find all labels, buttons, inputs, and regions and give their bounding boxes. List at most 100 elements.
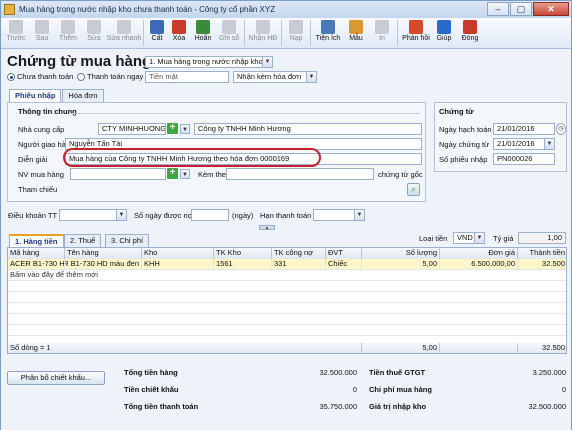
help-icon [437, 20, 451, 34]
s-a-button[interactable]: Sửa [81, 18, 107, 48]
gi-p-button[interactable]: Giúp [432, 18, 456, 48]
payment-option-paid[interactable]: Thanh toán ngay [77, 72, 143, 82]
chevron-down-icon: ▼ [354, 210, 364, 220]
splitter-handle[interactable]: ▲ [259, 225, 275, 230]
voucher-no-value: PN000026 [497, 154, 533, 163]
table-cell[interactable]: 1561 [214, 259, 272, 270]
ghi-s--button[interactable]: Ghi sổ [216, 18, 242, 48]
minimize-button[interactable]: – [487, 2, 509, 16]
table-row[interactable]: ACER B1-730 H Máy tính ACER B1-730 HD mà… [8, 259, 566, 270]
toolbar-label: Cất [151, 35, 163, 42]
column-header[interactable]: Số lượng [362, 248, 440, 259]
rate-field[interactable]: 1,00 [518, 232, 566, 244]
posting-date-field[interactable]: 21/01/2016 [493, 123, 555, 135]
table-cell[interactable]: 32.500 [518, 259, 566, 270]
table-cell[interactable]: 6.500.000,00 [440, 259, 518, 270]
days-field[interactable] [191, 209, 229, 221]
currency-select[interactable]: VND ▼ [453, 232, 485, 244]
footer-total-value: 0 [561, 385, 566, 394]
tab-phieu-nhap[interactable]: Phiếu nhập [9, 89, 62, 102]
reload-icon [289, 20, 303, 34]
tab-chi-phi[interactable]: 3. Chi phí [105, 234, 150, 247]
add-row[interactable]: Bấm vào đây để thêm mới [8, 270, 566, 281]
voucher-date-field[interactable]: 21/01/2016 ▼ [493, 138, 555, 150]
payment-terms-select[interactable]: ▼ [59, 209, 127, 221]
table-cell[interactable]: 331 [272, 259, 326, 270]
toolbar-separator [397, 20, 398, 46]
nh-n-h--button[interactable]: Nhận HĐ [247, 18, 279, 48]
invoice-option-select[interactable]: Nhận kèm hóa đơn ▼ [233, 71, 317, 83]
due-date-label: Hạn thanh toán [260, 211, 312, 220]
chevron-down-icon[interactable]: ▼ [180, 169, 190, 179]
days-unit: (ngày) [232, 211, 254, 220]
table-cell[interactable]: KHH [142, 259, 214, 270]
toolbar-separator [281, 20, 282, 46]
m-u-button[interactable]: Mẫu [343, 18, 369, 48]
reference-label: Tham chiếu [18, 185, 58, 194]
days-label: Số ngày được nợ [134, 211, 193, 220]
tab-thue[interactable]: 2. Thuế [64, 234, 102, 247]
ho-n-button[interactable]: Hoãn [190, 18, 216, 48]
invoice-option-value: Nhận kèm hóa đơn [237, 72, 302, 81]
n-p-button[interactable]: Nạp [284, 18, 308, 48]
chevron-down-icon[interactable]: ▼ [180, 124, 190, 134]
template-icon [349, 20, 363, 34]
column-header[interactable]: Kho [142, 248, 214, 259]
due-date-field[interactable]: ▼ [313, 209, 365, 221]
c-t-button[interactable]: Cất [146, 18, 168, 48]
s-a-nhanh-button[interactable]: Sửa nhanh [107, 18, 141, 48]
add-staff-icon[interactable]: + [167, 168, 178, 179]
footer-total-label: Tổng tiền hàng [124, 368, 178, 377]
supplier-name-field[interactable]: Công ty TNHH Minh Hương [194, 123, 422, 135]
empty-row [8, 292, 566, 303]
post-icon [222, 20, 236, 34]
voucher-type-select[interactable]: 1. Mua hàng trong nước nhập kho ▼ [145, 56, 273, 68]
column-header[interactable]: Đơn giá [440, 248, 518, 259]
window-close-button[interactable]: ✕ [533, 2, 569, 16]
column-header[interactable]: Thành tiền [518, 248, 566, 259]
column-header[interactable]: TK công nợ [272, 248, 326, 259]
th-m-button[interactable]: Thêm [55, 18, 81, 48]
staff-field[interactable] [70, 168, 166, 180]
row-count: Số dòng = 1 [8, 343, 362, 353]
summary-cell [440, 343, 518, 353]
print-icon [375, 20, 389, 34]
footer-total-value: 32.500.000 [319, 368, 357, 377]
ti-n-ch-button[interactable]: Tiện ích [313, 18, 343, 48]
maximize-button[interactable]: ▢ [510, 2, 532, 16]
ph-n-h-i-button[interactable]: Phản hồi [400, 18, 432, 48]
payment-method-field[interactable]: Tiền mặt [145, 71, 229, 83]
allocate-discount-button[interactable]: Phân bổ chiết khấu... [7, 371, 105, 385]
column-header[interactable]: TK Kho [214, 248, 272, 259]
clock-icon[interactable]: ◷ [556, 123, 566, 135]
column-header[interactable]: Mã hàng [8, 248, 65, 259]
tab-hang-tien[interactable]: 1. Hàng tiền [9, 234, 64, 247]
attach-field[interactable] [226, 168, 374, 180]
voucher-no-field[interactable]: PN000026 [493, 153, 555, 165]
add-supplier-icon[interactable]: + [167, 123, 178, 134]
delete-icon [172, 20, 186, 34]
radio-selected-icon [7, 73, 15, 82]
payment-option-label: Chưa thanh toán [17, 72, 74, 81]
column-header[interactable]: Tên hàng [65, 248, 142, 259]
payment-option-unpaid[interactable]: Chưa thanh toán [7, 72, 74, 82]
in-button[interactable]: In [369, 18, 395, 48]
-ng-button[interactable]: Đóng [456, 18, 484, 48]
sau-button[interactable]: Sau [29, 18, 55, 48]
grid-header-row: Mã hàng Tên hàng Kho TK Kho TK công nợ Đ… [8, 248, 566, 259]
supplier-code-field[interactable]: CTY MINHHUONG [98, 123, 166, 135]
toolbar-label: Phản hồi [402, 35, 430, 42]
toolbar-label: Xóa [172, 35, 186, 42]
add-row-hint[interactable]: Bấm vào đây để thêm mới [8, 270, 208, 281]
table-cell[interactable]: ACER B1-730 H [8, 259, 65, 270]
x-a-button[interactable]: Xóa [168, 18, 190, 48]
table-cell[interactable]: Máy tính ACER B1-730 HD màu đen [65, 259, 142, 270]
radio-icon [77, 73, 85, 82]
table-cell[interactable]: Chiếc [326, 259, 362, 270]
column-header[interactable]: ĐVT [326, 248, 362, 259]
voucher-date-label: Ngày chứng từ [439, 140, 490, 149]
reference-lookup-icon[interactable]: ⌕ [407, 183, 420, 196]
table-cell[interactable]: 5,00 [362, 259, 440, 270]
tr-c-button[interactable]: Trước [3, 18, 29, 48]
tab-hoa-don[interactable]: Hóa đơn [62, 89, 104, 102]
